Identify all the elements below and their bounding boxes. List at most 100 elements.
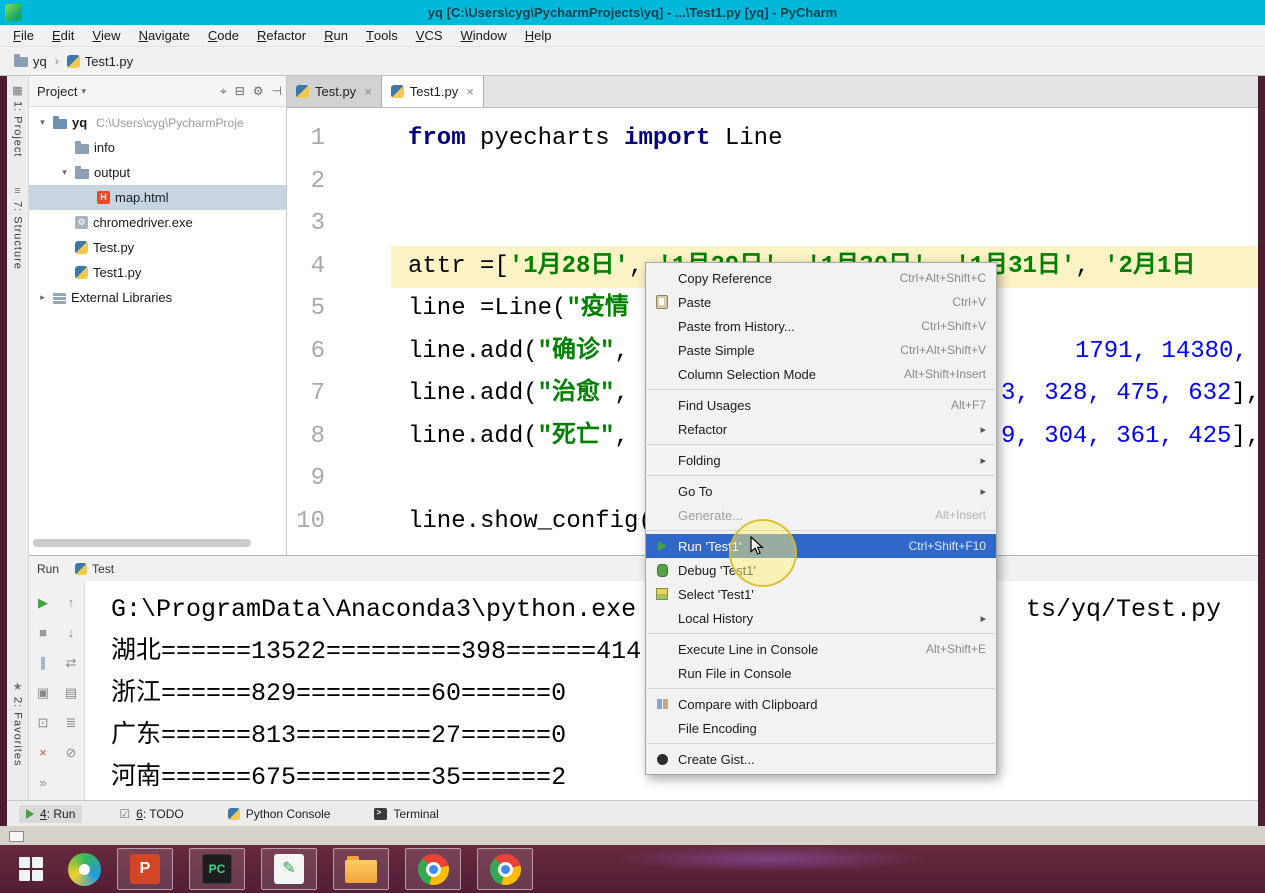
menubar-item-tools[interactable]: Tools xyxy=(357,25,407,46)
menubar-item-file[interactable]: File xyxy=(4,25,43,46)
stripe-7-structure[interactable]: ≡7: Structure xyxy=(12,185,24,270)
tool-window-bar: 4: Run 6: TODO Python Console Terminal xyxy=(7,800,1258,826)
run-config-tab[interactable]: Test xyxy=(75,562,114,576)
menubar-item-edit[interactable]: Edit xyxy=(43,25,83,46)
submenu-arrow-icon: ▸ xyxy=(980,612,986,625)
menu-separator xyxy=(647,743,995,744)
horizontal-scrollbar[interactable] xyxy=(33,539,251,547)
context-menu-item-paste-from-history[interactable]: Paste from History...Ctrl+Shift+V xyxy=(646,314,996,338)
run-icon xyxy=(653,541,671,551)
scroll-up-icon[interactable]: ↑ xyxy=(68,596,75,609)
menubar-item-navigate[interactable]: Navigate xyxy=(130,25,199,46)
show-console-icon[interactable]: ▣ xyxy=(37,686,49,699)
desktop-strip xyxy=(0,826,1265,845)
context-menu-item-copy-reference[interactable]: Copy ReferenceCtrl+Alt+Shift+C xyxy=(646,266,996,290)
scroll-down-icon[interactable]: ↓ xyxy=(68,626,75,639)
tree-item-info[interactable]: info xyxy=(29,135,286,160)
tree-expand-icon[interactable]: ▾ xyxy=(59,167,70,178)
tree-expand-icon[interactable]: ▸ xyxy=(37,292,48,303)
powerpoint-icon[interactable]: P xyxy=(117,848,173,890)
breadcrumb-item-yq[interactable]: yq xyxy=(14,54,47,69)
chrome-icon-2[interactable] xyxy=(477,848,533,890)
console-line: 广东======813=========27======0 xyxy=(111,715,566,757)
breadcrumb: yq › Test1.py xyxy=(0,47,1265,76)
browser-icon[interactable] xyxy=(68,853,101,886)
context-menu-item-file-encoding[interactable]: File Encoding xyxy=(646,716,996,740)
close-icon[interactable]: × xyxy=(466,84,474,99)
desktop-edge-right xyxy=(1258,76,1265,826)
tab-test-py[interactable]: Test.py× xyxy=(287,76,382,107)
context-menu-item-select-test1[interactable]: Select 'Test1' xyxy=(646,582,996,606)
sort-icon[interactable]: ⇄ xyxy=(66,656,77,669)
stop-icon[interactable]: ■ xyxy=(39,626,47,639)
chevron-right-icon: › xyxy=(53,54,61,68)
tool-button-4-run[interactable]: 4: Run xyxy=(19,805,82,823)
menubar-item-refactor[interactable]: Refactor xyxy=(248,25,315,46)
tree-item-external-libraries[interactable]: ▸External Libraries xyxy=(29,285,286,310)
soft-wrap-icon[interactable]: ▤ xyxy=(65,686,77,699)
chevron-down-icon[interactable]: ▾ xyxy=(81,86,86,97)
menu-separator xyxy=(647,444,995,445)
line-number: 2 xyxy=(287,161,325,203)
code-line-1: 1from pyecharts import Line xyxy=(287,118,1258,160)
hide-panel-icon[interactable]: ⊣ xyxy=(272,84,282,98)
notes-app-icon[interactable] xyxy=(261,848,317,890)
tree-item-test1-py[interactable]: Test1.py xyxy=(29,260,286,285)
context-menu-item-create-gist[interactable]: Create Gist... xyxy=(646,747,996,771)
context-menu-item-paste-simple[interactable]: Paste SimpleCtrl+Alt+Shift+V xyxy=(646,338,996,362)
stripe-2-favorites[interactable]: ★2: Favorites xyxy=(12,680,24,766)
rerun-icon[interactable]: ▶ xyxy=(38,596,48,609)
tree-item-map-html[interactable]: map.html xyxy=(29,185,286,210)
menubar-item-run[interactable]: Run xyxy=(315,25,357,46)
context-menu-item-refactor[interactable]: Refactor▸ xyxy=(646,417,996,441)
collapse-all-icon[interactable]: ⊟ xyxy=(235,84,245,98)
context-menu-item-go-to[interactable]: Go To▸ xyxy=(646,479,996,503)
folder-app-icon[interactable] xyxy=(333,848,389,890)
context-menu-item-debug-test1[interactable]: Debug 'Test1' xyxy=(646,558,996,582)
tab-test1-py[interactable]: Test1.py× xyxy=(382,76,484,107)
print-icon[interactable]: ≣ xyxy=(66,716,77,729)
context-menu-item-local-history[interactable]: Local History▸ xyxy=(646,606,996,630)
more-icon[interactable]: » xyxy=(39,776,46,789)
tree-item-chromedriver-exe[interactable]: chromedriver.exe xyxy=(29,210,286,235)
lib-icon xyxy=(53,293,66,304)
context-menu-item-compare-with-clipboard[interactable]: Compare with Clipboard xyxy=(646,692,996,716)
context-menu-item-generate[interactable]: Generate...Alt+Insert xyxy=(646,503,996,527)
tool-button-python-console[interactable]: Python Console xyxy=(221,805,338,823)
menubar-item-vcs[interactable]: VCS xyxy=(407,25,452,46)
close-icon[interactable]: × xyxy=(364,84,372,99)
tree-item-yq[interactable]: ▾yqC:\Users\cyg\PycharmProje xyxy=(29,110,286,135)
context-menu-item-run-file-in-console[interactable]: Run File in Console xyxy=(646,661,996,685)
python-icon xyxy=(296,85,309,98)
project-panel-title: Project xyxy=(37,84,77,99)
stripe-1-project[interactable]: ▦1: Project xyxy=(12,84,24,157)
menu-separator xyxy=(647,389,995,390)
restore-layout-icon[interactable]: ⊡ xyxy=(38,716,49,729)
settings-gear-icon[interactable]: ⚙ xyxy=(253,84,264,98)
menubar-item-view[interactable]: View xyxy=(83,25,129,46)
context-menu-item-paste[interactable]: PasteCtrl+V xyxy=(646,290,996,314)
context-menu-item-folding[interactable]: Folding▸ xyxy=(646,448,996,472)
pause-output-icon[interactable]: ∥ xyxy=(40,656,47,669)
tree-expand-icon[interactable]: ▾ xyxy=(37,117,48,128)
chrome-icon[interactable] xyxy=(405,848,461,890)
menubar-item-help[interactable]: Help xyxy=(516,25,561,46)
breadcrumb-item-test1-py[interactable]: Test1.py xyxy=(67,54,133,69)
context-menu-item-run-test1[interactable]: Run 'Test1'Ctrl+Shift+F10 xyxy=(646,534,996,558)
tool-button-6-todo[interactable]: 6: TODO xyxy=(112,805,190,823)
pycharm-icon[interactable]: PC xyxy=(189,848,245,890)
python-icon xyxy=(391,85,404,98)
clear-icon[interactable]: ⊘ xyxy=(66,746,77,759)
tool-button-terminal[interactable]: Terminal xyxy=(367,805,445,823)
tree-item-output[interactable]: ▾output xyxy=(29,160,286,185)
python-icon xyxy=(67,55,80,68)
tree-item-test-py[interactable]: Test.py xyxy=(29,235,286,260)
menubar-item-code[interactable]: Code xyxy=(199,25,248,46)
start-button[interactable] xyxy=(10,848,52,890)
context-menu-item-column-selection-mode[interactable]: Column Selection ModeAlt+Shift+Insert xyxy=(646,362,996,386)
menubar-item-window[interactable]: Window xyxy=(452,25,516,46)
context-menu-item-execute-line-in-console[interactable]: Execute Line in ConsoleAlt+Shift+E xyxy=(646,637,996,661)
locate-icon[interactable]: ⌖ xyxy=(220,84,227,99)
context-menu-item-find-usages[interactable]: Find UsagesAlt+F7 xyxy=(646,393,996,417)
close-icon[interactable]: × xyxy=(39,746,47,759)
